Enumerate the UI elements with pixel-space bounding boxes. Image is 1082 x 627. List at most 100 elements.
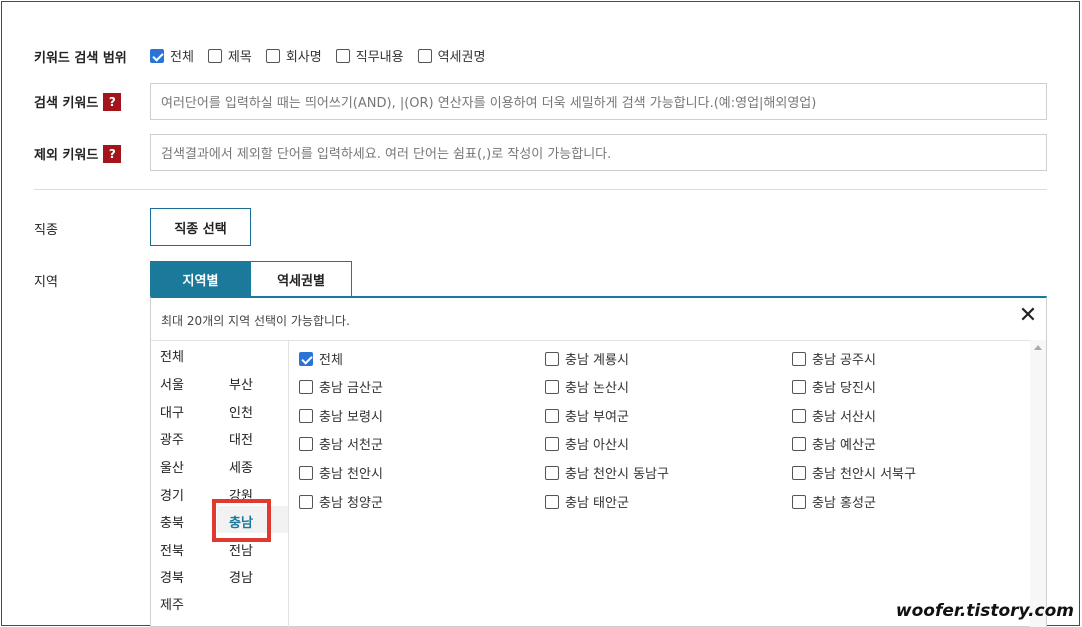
region-item[interactable]: 전북 bbox=[160, 540, 184, 559]
scope-option-label: 역세권명 bbox=[437, 50, 486, 65]
region-item[interactable]: 울산 bbox=[160, 457, 184, 476]
region-item[interactable]: 경기 bbox=[160, 485, 184, 504]
subregion-item[interactable]: 충남 아산시 bbox=[545, 434, 629, 453]
subregion-label: 충남 예산군 bbox=[812, 438, 876, 453]
subregion-label: 충남 홍성군 bbox=[812, 496, 876, 511]
subregion-item[interactable]: 충남 계룡시 bbox=[545, 349, 629, 368]
subregion-label: 충남 천안시 동남구 bbox=[565, 467, 669, 482]
scope-option-all[interactable]: 전체 bbox=[150, 46, 194, 65]
subregion-item[interactable]: 충남 예산군 bbox=[792, 434, 876, 453]
region-item[interactable]: 부산 bbox=[229, 374, 253, 393]
region-limit-note: 최대 20개의 지역 선택이 가능합니다. bbox=[161, 314, 350, 328]
help-icon[interactable]: ? bbox=[103, 92, 122, 111]
subregion-item[interactable]: 충남 태안군 bbox=[545, 492, 629, 511]
checkbox-icon[interactable] bbox=[545, 351, 559, 366]
checkbox-icon[interactable] bbox=[545, 436, 559, 451]
subregion-label: 충남 당진시 bbox=[812, 381, 876, 396]
region-item[interactable]: 서울 bbox=[160, 374, 184, 393]
region-panel: 최대 20개의 지역 선택이 가능합니다. ✕ bbox=[150, 296, 1047, 627]
subregion-label: 충남 계룡시 bbox=[565, 353, 629, 368]
region-item[interactable]: 경북 bbox=[160, 567, 184, 586]
subregion-label: 충남 보령시 bbox=[319, 410, 383, 425]
scope-option-duty[interactable]: 직무내용 bbox=[335, 46, 404, 65]
highlight-box bbox=[212, 499, 271, 542]
region-item[interactable]: 세종 bbox=[229, 457, 253, 476]
subregion-item[interactable]: 충남 홍성군 bbox=[792, 492, 876, 511]
scope-option-label: 직무내용 bbox=[355, 50, 404, 65]
region-item[interactable]: 대전 bbox=[229, 429, 253, 448]
checkbox-icon[interactable] bbox=[299, 465, 313, 480]
subregion-label: 전체 bbox=[319, 353, 343, 368]
scrollbar[interactable] bbox=[1030, 340, 1046, 627]
subregion-label: 충남 청양군 bbox=[319, 496, 383, 511]
subregion-item[interactable]: 전체 bbox=[299, 349, 343, 368]
checkbox-icon[interactable] bbox=[417, 48, 432, 63]
exclude-keyword-input[interactable]: 검색결과에서 제외할 단어를 입력하세요. 여러 단어는 쉼표(,)로 작성이 … bbox=[150, 134, 1047, 171]
checkbox-icon[interactable] bbox=[792, 465, 806, 480]
scope-option-label: 전체 bbox=[170, 50, 194, 65]
region-item[interactable]: 인천 bbox=[229, 402, 253, 421]
checkbox-icon[interactable] bbox=[545, 408, 559, 423]
subregion-item[interactable]: 충남 천안시 bbox=[299, 463, 383, 482]
region-item[interactable]: 광주 bbox=[160, 429, 184, 448]
subregion-label: 충남 태안군 bbox=[565, 496, 629, 511]
region-item[interactable]: 제주 bbox=[160, 594, 184, 613]
checkbox-icon[interactable] bbox=[299, 408, 313, 423]
exclude-keyword-label: 제외 키워드 ? bbox=[34, 144, 122, 163]
region-item[interactable]: 충북 bbox=[160, 512, 184, 531]
tab-by-region[interactable]: 지역별 bbox=[150, 261, 251, 297]
help-icon[interactable]: ? bbox=[103, 144, 122, 163]
subregion-label: 충남 금산군 bbox=[319, 381, 383, 396]
subregion-item[interactable]: 충남 천안시 서북구 bbox=[792, 463, 916, 482]
checkbox-icon[interactable] bbox=[207, 48, 222, 63]
region-item[interactable]: 대구 bbox=[160, 402, 184, 421]
checkbox-icon[interactable] bbox=[299, 494, 313, 509]
checkbox-icon[interactable] bbox=[792, 379, 806, 394]
region-label: 지역 bbox=[34, 275, 58, 290]
subregion-item[interactable]: 충남 천안시 동남구 bbox=[545, 463, 669, 482]
subregion-item[interactable]: 충남 논산시 bbox=[545, 377, 629, 396]
subregion-item[interactable]: 충남 서천군 bbox=[299, 434, 383, 453]
checkbox-icon[interactable] bbox=[545, 465, 559, 480]
subregion-label: 충남 논산시 bbox=[565, 381, 629, 396]
section-divider bbox=[34, 189, 1047, 190]
subregion-item[interactable]: 충남 공주시 bbox=[792, 349, 876, 368]
checkbox-icon[interactable] bbox=[265, 48, 280, 63]
region-item[interactable]: 경남 bbox=[229, 567, 253, 586]
checkbox-icon[interactable] bbox=[299, 379, 313, 394]
checkbox-icon[interactable] bbox=[792, 351, 806, 366]
search-keyword-input[interactable]: 여러단어를 입력하실 때는 띄어쓰기(AND), |(OR) 연산자를 이용하여… bbox=[150, 83, 1047, 120]
subregion-label: 충남 공주시 bbox=[812, 353, 876, 368]
tab-by-station[interactable]: 역세권별 bbox=[250, 261, 352, 297]
scope-option-company[interactable]: 회사명 bbox=[265, 46, 322, 65]
subregion-label: 충남 서천군 bbox=[319, 438, 383, 453]
scope-option-label: 제목 bbox=[227, 50, 252, 65]
checkbox-icon[interactable] bbox=[792, 436, 806, 451]
search-keyword-label: 검색 키워드 ? bbox=[34, 92, 122, 111]
checkbox-icon[interactable] bbox=[545, 379, 559, 394]
checkbox-icon[interactable] bbox=[150, 48, 164, 63]
checkbox-icon[interactable] bbox=[545, 494, 559, 509]
subregion-item[interactable]: 충남 당진시 bbox=[792, 377, 876, 396]
subregion-item[interactable]: 충남 서산시 bbox=[792, 406, 876, 425]
scope-option-station[interactable]: 역세권명 bbox=[417, 46, 486, 65]
checkbox-icon[interactable] bbox=[792, 494, 806, 509]
subregion-item[interactable]: 충남 청양군 bbox=[299, 492, 383, 511]
checkbox-icon[interactable] bbox=[792, 408, 806, 423]
subregion-label: 충남 서산시 bbox=[812, 410, 876, 425]
job-select-button[interactable]: 직종 선택 bbox=[150, 208, 251, 246]
subregion-item[interactable]: 충남 부여군 bbox=[545, 406, 629, 425]
subregion-label: 충남 천안시 서북구 bbox=[812, 467, 916, 482]
scroll-up-arrow-icon[interactable] bbox=[1034, 345, 1042, 350]
subregion-item[interactable]: 충남 보령시 bbox=[299, 406, 383, 425]
subregion-item[interactable]: 충남 금산군 bbox=[299, 377, 383, 396]
checkbox-icon[interactable] bbox=[299, 436, 313, 451]
close-icon[interactable]: ✕ bbox=[1018, 305, 1038, 327]
region-item[interactable]: 전남 bbox=[229, 540, 253, 559]
region-item[interactable]: 전체 bbox=[160, 346, 184, 365]
checkbox-icon[interactable] bbox=[299, 351, 313, 366]
checkbox-icon[interactable] bbox=[335, 48, 350, 63]
subregion-label: 충남 부여군 bbox=[565, 410, 629, 425]
subregion-label: 충남 아산시 bbox=[565, 438, 629, 453]
scope-option-title[interactable]: 제목 bbox=[207, 46, 252, 65]
